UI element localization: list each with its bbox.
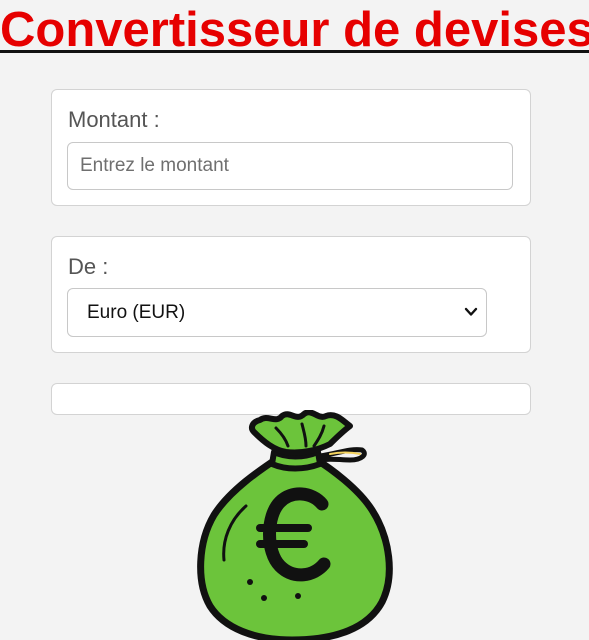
from-currency-selected-value: Euro (EUR) (87, 302, 186, 323)
page-title: Convertisseur de devises (0, 3, 589, 57)
money-bag-icon (197, 410, 393, 640)
amount-label: Montant : (68, 107, 160, 132)
chevron-down-icon (464, 307, 478, 316)
amount-card: Montant : (51, 89, 531, 206)
amount-input[interactable] (67, 142, 513, 190)
from-currency-label: De : (68, 254, 109, 279)
from-currency-card: De : Euro (EUR) (51, 236, 531, 353)
from-currency-select[interactable]: Euro (EUR) (67, 288, 487, 337)
